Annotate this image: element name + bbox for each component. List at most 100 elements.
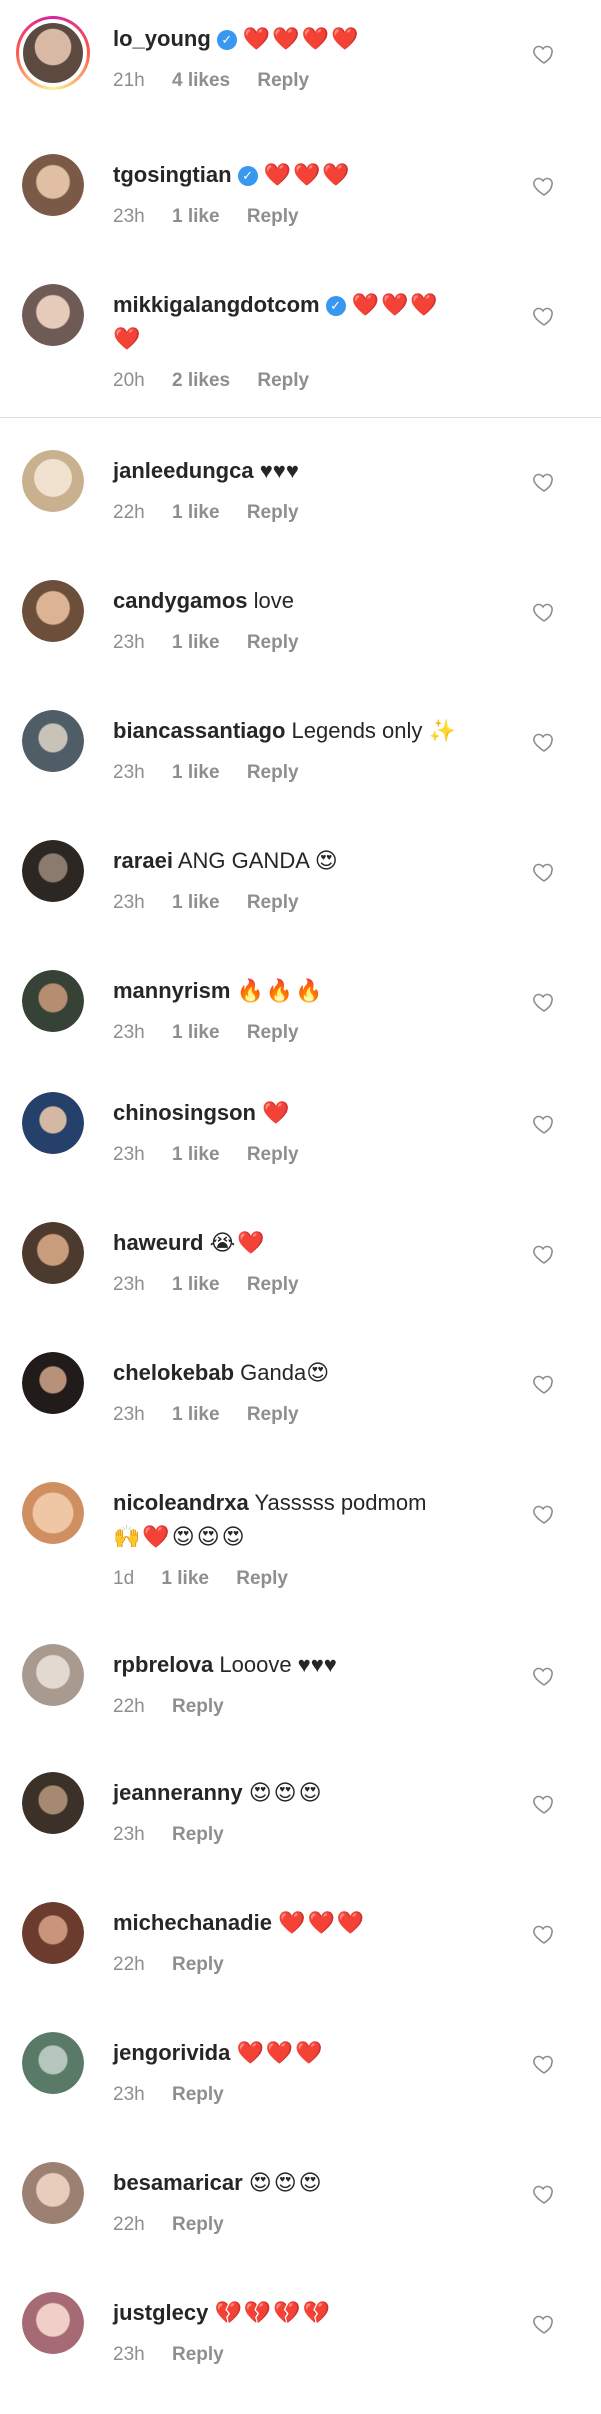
avatar[interactable] xyxy=(22,1482,84,1544)
username[interactable]: chinosingson xyxy=(113,1100,256,1125)
reply-button[interactable]: Reply xyxy=(247,206,299,227)
like-heart-icon[interactable] xyxy=(532,730,556,754)
like-heart-icon[interactable] xyxy=(532,174,556,198)
comment-time[interactable]: 23h xyxy=(113,632,145,653)
avatar[interactable] xyxy=(22,450,84,512)
avatar[interactable] xyxy=(22,1092,84,1154)
comment-time[interactable]: 21h xyxy=(113,70,145,91)
avatar[interactable] xyxy=(22,970,84,1032)
comment-time[interactable]: 23h xyxy=(113,1274,145,1295)
likes-count[interactable]: 1 like xyxy=(161,1568,209,1589)
likes-count[interactable]: 1 like xyxy=(172,502,220,523)
comment-time[interactable]: 22h xyxy=(113,502,145,523)
avatar[interactable] xyxy=(22,710,84,772)
avatar[interactable] xyxy=(22,580,84,642)
reply-button[interactable]: Reply xyxy=(247,1022,299,1043)
reply-button[interactable]: Reply xyxy=(257,370,309,391)
comment-time[interactable]: 23h xyxy=(113,892,145,913)
like-heart-icon[interactable] xyxy=(532,1792,556,1816)
username[interactable]: janleedungca xyxy=(113,458,254,483)
like-heart-icon[interactable] xyxy=(532,1664,556,1688)
likes-count[interactable]: 1 like xyxy=(172,1404,220,1425)
likes-count[interactable]: 1 like xyxy=(172,1144,220,1165)
avatar[interactable] xyxy=(22,2162,84,2224)
username[interactable]: michechanadie xyxy=(113,1910,272,1935)
reply-button[interactable]: Reply xyxy=(172,1824,224,1845)
comment-time[interactable]: 23h xyxy=(113,762,145,783)
avatar[interactable] xyxy=(22,1772,84,1834)
avatar[interactable] xyxy=(22,840,84,902)
avatar[interactable] xyxy=(22,1902,84,1964)
like-heart-icon[interactable] xyxy=(532,1502,556,1526)
comment-time[interactable]: 23h xyxy=(113,1022,145,1043)
username[interactable]: besamaricar xyxy=(113,2170,243,2195)
comment-time[interactable]: 22h xyxy=(113,1954,145,1975)
comment-time[interactable]: 23h xyxy=(113,2084,145,2105)
reply-button[interactable]: Reply xyxy=(172,1954,224,1975)
username[interactable]: biancassantiago xyxy=(113,718,285,743)
username[interactable]: mannyrism xyxy=(113,978,230,1003)
reply-button[interactable]: Reply xyxy=(172,1696,224,1717)
reply-button[interactable]: Reply xyxy=(247,762,299,783)
likes-count[interactable]: 1 like xyxy=(172,632,220,653)
reply-button[interactable]: Reply xyxy=(247,892,299,913)
username[interactable]: mikkigalangdotcom xyxy=(113,292,320,317)
comment-time[interactable]: 20h xyxy=(113,370,145,391)
like-heart-icon[interactable] xyxy=(532,600,556,624)
comment-time[interactable]: 22h xyxy=(113,1696,145,1717)
username[interactable]: tgosingtian xyxy=(113,162,232,187)
comment-time[interactable]: 23h xyxy=(113,2344,145,2365)
like-heart-icon[interactable] xyxy=(532,304,556,328)
reply-button[interactable]: Reply xyxy=(172,2214,224,2235)
avatar[interactable] xyxy=(22,2032,84,2094)
reply-button[interactable]: Reply xyxy=(257,70,309,91)
like-heart-icon[interactable] xyxy=(532,1372,556,1396)
avatar[interactable] xyxy=(16,16,90,90)
like-heart-icon[interactable] xyxy=(532,1112,556,1136)
username[interactable]: jeanneranny xyxy=(113,1780,243,1805)
likes-count[interactable]: 2 likes xyxy=(172,370,230,391)
likes-count[interactable]: 1 like xyxy=(172,762,220,783)
username[interactable]: raraei xyxy=(113,848,173,873)
likes-count[interactable]: 1 like xyxy=(172,1022,220,1043)
like-heart-icon[interactable] xyxy=(532,2312,556,2336)
avatar[interactable] xyxy=(22,1222,84,1284)
avatar[interactable] xyxy=(22,1644,84,1706)
avatar[interactable] xyxy=(22,1352,84,1414)
likes-count[interactable]: 1 like xyxy=(172,206,220,227)
username[interactable]: rpbrelova xyxy=(113,1652,213,1677)
reply-button[interactable]: Reply xyxy=(247,1274,299,1295)
like-heart-icon[interactable] xyxy=(532,42,556,66)
likes-count[interactable]: 1 like xyxy=(172,1274,220,1295)
username[interactable]: candygamos xyxy=(113,588,248,613)
reply-button[interactable]: Reply xyxy=(172,2344,224,2365)
comment-time[interactable]: 23h xyxy=(113,1404,145,1425)
username[interactable]: jengorivida xyxy=(113,2040,230,2065)
likes-count[interactable]: 4 likes xyxy=(172,70,230,91)
comment-time[interactable]: 22h xyxy=(113,2214,145,2235)
reply-button[interactable]: Reply xyxy=(247,632,299,653)
reply-button[interactable]: Reply xyxy=(236,1568,288,1589)
reply-button[interactable]: Reply xyxy=(247,1404,299,1425)
like-heart-icon[interactable] xyxy=(532,2182,556,2206)
comment-time[interactable]: 1d xyxy=(113,1568,134,1589)
like-heart-icon[interactable] xyxy=(532,470,556,494)
username[interactable]: lo_young xyxy=(113,26,211,51)
comment-time[interactable]: 23h xyxy=(113,206,145,227)
like-heart-icon[interactable] xyxy=(532,860,556,884)
username[interactable]: chelokebab xyxy=(113,1360,234,1385)
username[interactable]: nicoleandrxa xyxy=(113,1490,249,1515)
username[interactable]: justglecy xyxy=(113,2300,208,2325)
comment-time[interactable]: 23h xyxy=(113,1144,145,1165)
avatar[interactable] xyxy=(22,2292,84,2354)
username[interactable]: haweurd xyxy=(113,1230,203,1255)
avatar[interactable] xyxy=(22,284,84,346)
likes-count[interactable]: 1 like xyxy=(172,892,220,913)
like-heart-icon[interactable] xyxy=(532,2052,556,2076)
like-heart-icon[interactable] xyxy=(532,1922,556,1946)
reply-button[interactable]: Reply xyxy=(247,502,299,523)
reply-button[interactable]: Reply xyxy=(172,2084,224,2105)
comment-time[interactable]: 23h xyxy=(113,1824,145,1845)
like-heart-icon[interactable] xyxy=(532,990,556,1014)
like-heart-icon[interactable] xyxy=(532,1242,556,1266)
